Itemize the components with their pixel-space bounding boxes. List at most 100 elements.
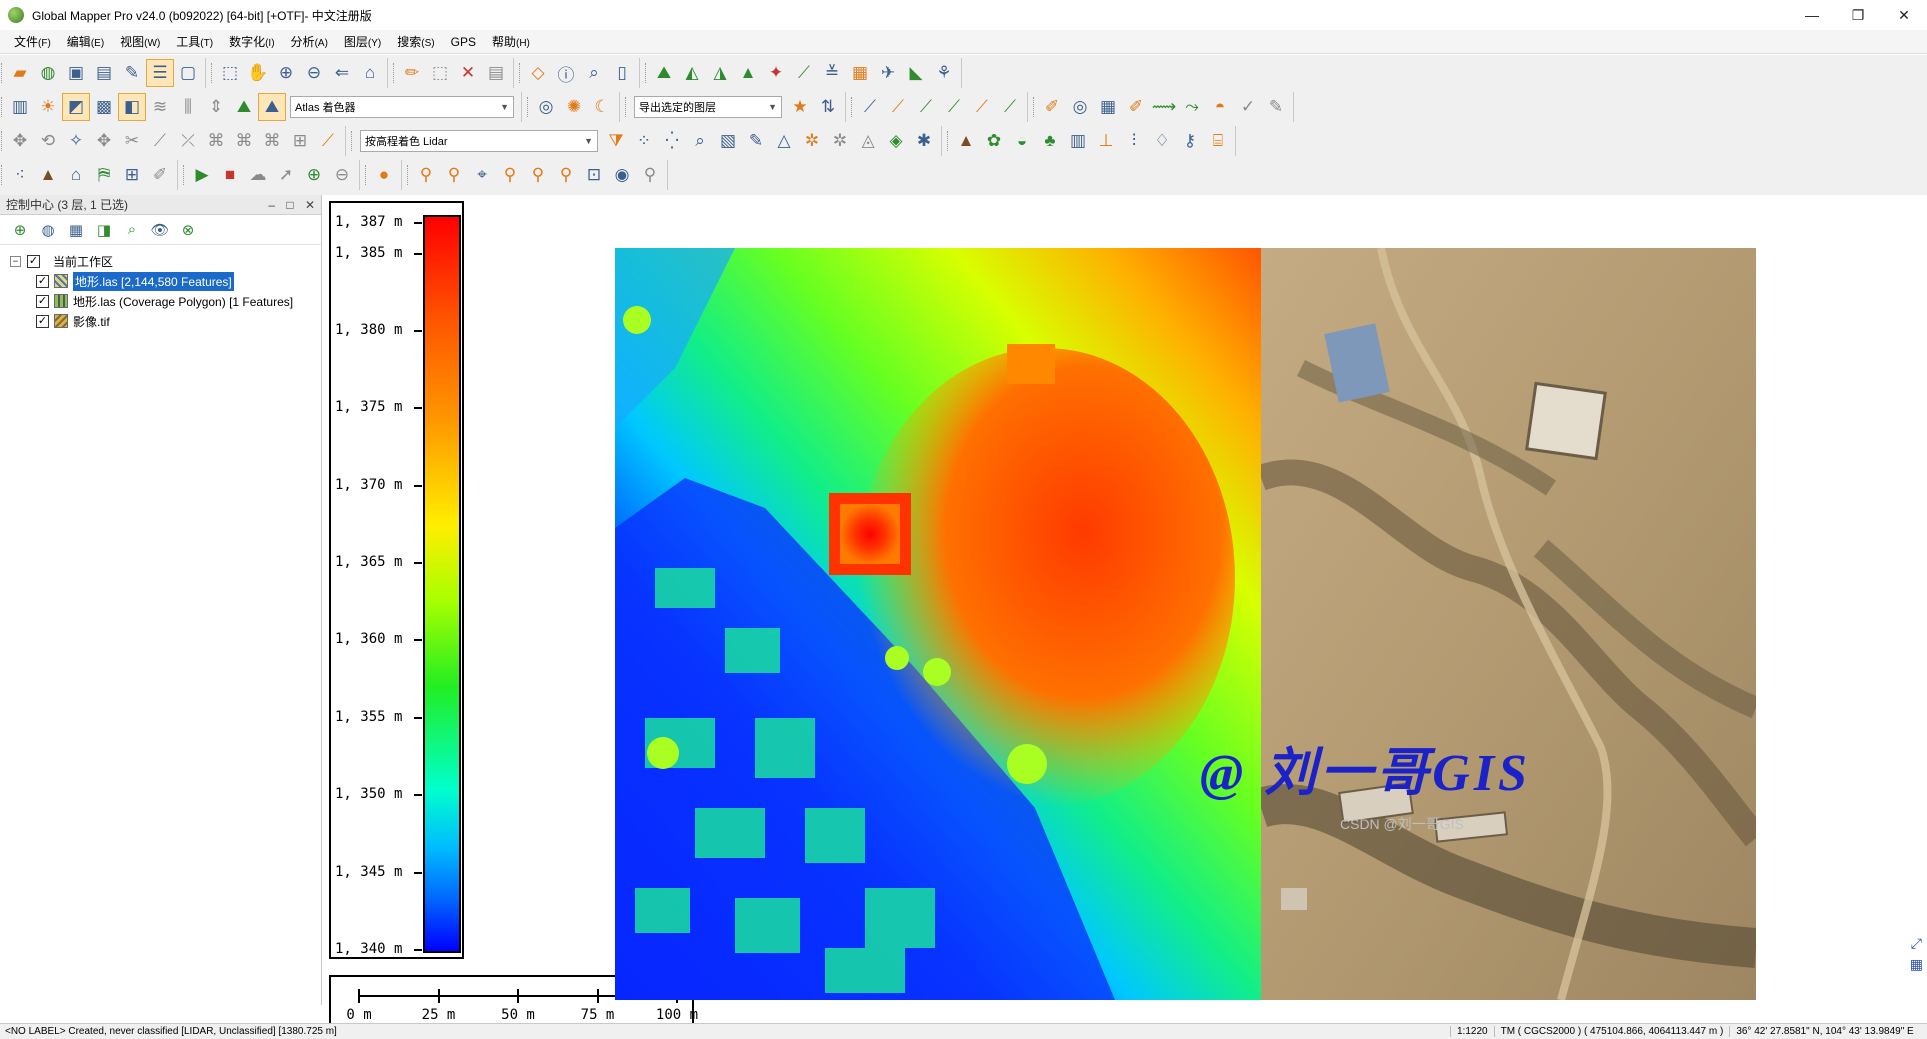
brush-icon[interactable]: ✐	[146, 161, 174, 189]
union-icon[interactable]: ⊞	[286, 127, 314, 155]
tree-icon[interactable]: ♣	[1036, 127, 1064, 155]
home-icon[interactable]: ⌂	[356, 59, 384, 87]
grid-icon[interactable]: ▦	[1094, 93, 1122, 121]
zoom-out-icon[interactable]: ⊖	[300, 59, 328, 87]
landform-icon[interactable]: ▲	[34, 161, 62, 189]
config-gear-icon[interactable]: ✺	[560, 93, 588, 121]
print-icon[interactable]: ▤	[90, 59, 118, 87]
shrub-icon[interactable]: ◒	[1008, 127, 1036, 155]
zoom-layer-icon[interactable]: ⊕	[6, 216, 34, 244]
volume-icon[interactable]: ▲	[734, 59, 762, 87]
path-icon[interactable]: ⟿	[1150, 93, 1178, 121]
layer-search-icon[interactable]: ⌕	[118, 216, 146, 244]
target-icon[interactable]: ◎	[1066, 93, 1094, 121]
line-tool-icon[interactable]: ⟋	[146, 127, 174, 155]
waypoint-remove-icon[interactable]: ⊖	[328, 161, 356, 189]
layer-checkbox[interactable]: ✓	[36, 294, 49, 308]
map-view[interactable]: 1, 387 m 1, 385 m 1, 380 m 1, 375 m 1, 370 m…	[323, 195, 1927, 1031]
building-icon[interactable]: ▥	[1064, 127, 1092, 155]
menu-digitize[interactable]: 数字化(I)	[229, 33, 274, 50]
document-search-icon[interactable]: ▯	[608, 59, 636, 87]
menu-search[interactable]: 搜索(S)	[397, 33, 434, 50]
noise-icon[interactable]: ✲	[798, 127, 826, 155]
map-canvas[interactable]	[615, 248, 1756, 1000]
lighting-icon[interactable]: ☀	[34, 93, 62, 121]
save-icon[interactable]: ▣	[62, 59, 90, 87]
area-icon[interactable]: ◓	[1206, 93, 1234, 121]
minimize-button[interactable]: —	[1789, 0, 1835, 30]
vegetation-icon[interactable]: ✿	[980, 127, 1008, 155]
line-split-icon[interactable]: ⟋	[912, 93, 940, 121]
mountain-icon[interactable]: ▲	[952, 127, 980, 155]
scatter-icon[interactable]: ⁖	[6, 161, 34, 189]
back-arrow-icon[interactable]: ⇐	[328, 59, 356, 87]
sort-icon[interactable]: ⇅	[814, 93, 842, 121]
find-icon[interactable]: ⌕	[580, 59, 608, 87]
stop-icon[interactable]: ■	[216, 161, 244, 189]
pin-outline-icon[interactable]: ⚲	[440, 161, 468, 189]
viewshed-icon[interactable]: ✦	[762, 59, 790, 87]
online-data-icon[interactable]: ◎	[532, 93, 560, 121]
shaded-relief-icon[interactable]: ⛰	[230, 93, 258, 121]
globe-icon[interactable]: ◍	[34, 216, 62, 244]
check-icon[interactable]: ✓	[1234, 93, 1262, 121]
panel-close-button[interactable]: ✕	[305, 198, 315, 212]
play-icon[interactable]: ▶	[188, 161, 216, 189]
menu-analysis[interactable]: 分析(A)	[291, 33, 328, 50]
profile-icon[interactable]: ⟋	[790, 59, 818, 87]
pin-faint-icon[interactable]: ⚲	[552, 161, 580, 189]
menu-tools[interactable]: 工具(T)	[176, 33, 213, 50]
line-draw-icon[interactable]: ⟋	[856, 93, 884, 121]
elevation-legend-icon[interactable]: ⫼	[174, 93, 202, 121]
triangle-icon[interactable]: △	[770, 127, 798, 155]
shader-toggle-icon[interactable]: ◧	[118, 93, 146, 121]
move-vertex-icon[interactable]: ✥	[90, 127, 118, 155]
noise-filter-icon[interactable]: ⌸	[1204, 127, 1232, 155]
combine-icon[interactable]: ⌘	[258, 127, 286, 155]
water-level-icon[interactable]: ≋	[146, 93, 174, 121]
atlas-shader-icon[interactable]: ⛰	[258, 93, 286, 121]
layers-stack-icon[interactable]: ◈	[882, 127, 910, 155]
hillshade-icon[interactable]: ◩	[62, 93, 90, 121]
layer-checkbox[interactable]: ✓	[36, 274, 49, 288]
edit-point-icon[interactable]: ✎	[742, 127, 770, 155]
layer-visibility-icon[interactable]: 👁	[146, 216, 174, 244]
line-join-icon[interactable]: ⟋	[940, 93, 968, 121]
filter-icon[interactable]: ⧩	[602, 127, 630, 155]
classify-icon[interactable]: ▧	[714, 127, 742, 155]
globe-data-icon[interactable]: ◍	[34, 59, 62, 87]
pin-drag-icon[interactable]: ⚲	[496, 161, 524, 189]
line-edit-icon[interactable]: ⟋	[884, 93, 912, 121]
key-icon[interactable]: ⚷	[1176, 127, 1204, 155]
record-icon[interactable]: ☁	[244, 161, 272, 189]
layer-properties-icon[interactable]: ◨	[90, 216, 118, 244]
control-center-icon[interactable]: ☰	[146, 59, 174, 87]
water-drop-icon[interactable]: ♢	[1148, 127, 1176, 155]
layer-panel-icon[interactable]: ▥	[6, 93, 34, 121]
watershed-icon[interactable]: ◮	[706, 59, 734, 87]
attribute-table-icon[interactable]: ▦	[62, 216, 90, 244]
pin-gray-icon[interactable]: ⚲	[636, 161, 664, 189]
menu-help[interactable]: 帮助(H)	[492, 33, 530, 50]
cluster-icon[interactable]: ⁛	[658, 127, 686, 155]
contour-icon[interactable]: ◭	[678, 59, 706, 87]
road-icon[interactable]: ⛿	[90, 161, 118, 189]
line-simplify-icon[interactable]: ⟋	[996, 93, 1024, 121]
vertex-edit-icon[interactable]: ✧	[62, 127, 90, 155]
collapse-icon[interactable]: −	[10, 255, 21, 267]
scissors-icon[interactable]: ✂	[118, 127, 146, 155]
restore-button[interactable]: ❐	[1835, 0, 1881, 30]
menu-view[interactable]: 视图(W)	[120, 33, 160, 50]
info-icon[interactable]: ⓘ	[552, 59, 580, 87]
menu-file[interactable]: 文件(F)	[14, 33, 51, 50]
moon-icon[interactable]: ☾	[588, 93, 616, 121]
note-icon[interactable]: ✎	[1262, 93, 1290, 121]
layer-row[interactable]: ✓ 影像.tif	[10, 311, 321, 331]
star-icon[interactable]: ★	[786, 93, 814, 121]
powerline-icon[interactable]: ⫶	[1120, 127, 1148, 155]
wrench-icon[interactable]: ✎	[118, 59, 146, 87]
pin-light-icon[interactable]: ⚲	[524, 161, 552, 189]
shader-select[interactable]: Atlas 着色器 ▼	[290, 96, 514, 118]
open-folder-icon[interactable]: ▰	[6, 59, 34, 87]
expand-icon[interactable]: ⤢	[1911, 935, 1922, 952]
